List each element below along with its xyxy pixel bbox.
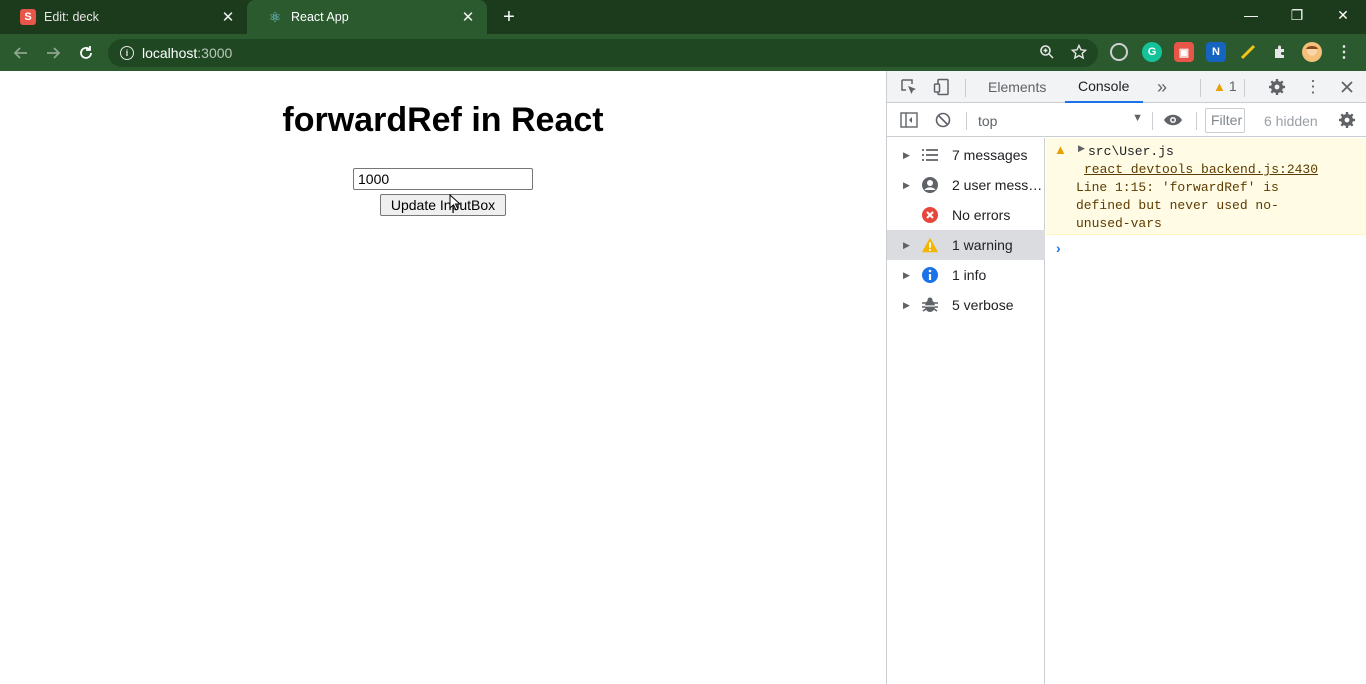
- slides-favicon-icon: S: [20, 9, 36, 25]
- profile-avatar-icon[interactable]: [1302, 42, 1322, 62]
- restore-button[interactable]: ❐: [1274, 0, 1320, 30]
- info-icon: [921, 266, 939, 284]
- hidden-messages-count: 6 hidden: [1264, 113, 1318, 129]
- console-output: ▲ ▶ src\User.js react_devtools_backend.j…: [1046, 138, 1366, 684]
- warning-icon: ▲: [1054, 142, 1067, 157]
- expand-arrow-icon[interactable]: ▶: [903, 180, 910, 191]
- extension-n-icon[interactable]: N: [1206, 42, 1226, 62]
- new-tab-button[interactable]: +: [498, 6, 520, 28]
- message-text-line: defined but never used no-: [1076, 198, 1279, 213]
- forward-arrow-icon[interactable]: [42, 42, 64, 64]
- close-icon[interactable]: ✕: [219, 8, 237, 26]
- pen-icon[interactable]: [1238, 42, 1258, 62]
- devtools-panel: Elements Console » ▲ 1 ⋮ top ▼ Filter 6 …: [886, 71, 1366, 684]
- window-close-button[interactable]: ✕: [1320, 0, 1366, 30]
- tab-react-app[interactable]: ⚛ React App ✕: [247, 0, 487, 34]
- divider: [966, 112, 967, 130]
- text-input[interactable]: [353, 168, 533, 190]
- update-inputbox-button[interactable]: Update InputBox: [380, 194, 506, 216]
- settings-gear-icon[interactable]: [1267, 77, 1287, 97]
- message-source[interactable]: src\User.js: [1088, 144, 1174, 159]
- message-text-line: unused-vars: [1076, 216, 1162, 231]
- source-link[interactable]: react_devtools_backend.js:2430: [1084, 162, 1318, 177]
- warning-counter[interactable]: ▲ 1: [1213, 78, 1237, 94]
- console-warning-message[interactable]: ▲ ▶ src\User.js react_devtools_backend.j…: [1046, 138, 1366, 235]
- divider: [1152, 112, 1153, 130]
- sidebar-item-messages[interactable]: ▶ 7 messages: [887, 140, 1045, 170]
- mouse-cursor-icon: [449, 194, 461, 211]
- message-text-line: Line 1:15: 'forwardRef' is: [1076, 180, 1279, 195]
- warning-icon: ▲: [1213, 78, 1226, 94]
- bug-icon: [921, 296, 939, 314]
- bookmark-star-icon[interactable]: [1070, 43, 1088, 61]
- device-toolbar-icon[interactable]: [932, 77, 952, 97]
- console-sidebar: ▶ 7 messages ▶ 2 user messages No errors…: [887, 138, 1045, 684]
- dropdown-arrow-icon: ▼: [1132, 112, 1143, 124]
- page-title: forwardRef in React: [282, 101, 604, 139]
- devtools-menu-icon[interactable]: ⋮: [1303, 77, 1323, 97]
- live-expression-eye-icon[interactable]: [1163, 110, 1183, 130]
- error-icon: [921, 206, 939, 224]
- divider: [1196, 112, 1197, 130]
- extensions-puzzle-icon[interactable]: [1270, 42, 1290, 62]
- sidebar-item-info[interactable]: ▶ 1 info: [887, 260, 1045, 290]
- tab-console[interactable]: Console: [1065, 71, 1144, 103]
- console-filter-input[interactable]: Filter: [1205, 108, 1245, 133]
- sidebar-item-user-messages[interactable]: ▶ 2 user messages: [887, 170, 1045, 200]
- sidebar-item-errors[interactable]: No errors: [887, 200, 1045, 230]
- expand-arrow-icon[interactable]: ▶: [903, 270, 910, 281]
- warning-icon: [921, 236, 939, 254]
- list-icon: [921, 146, 939, 164]
- zoom-icon[interactable]: [1038, 43, 1056, 61]
- divider: [1200, 79, 1201, 97]
- expand-arrow-icon[interactable]: ▶: [903, 150, 910, 161]
- close-devtools-icon[interactable]: [1337, 77, 1357, 97]
- tab-strip: S Edit: deck ✕ ⚛ React App ✕ + — ❐ ✕: [0, 0, 1366, 34]
- expand-arrow-icon[interactable]: ▶: [903, 240, 910, 251]
- sidebar-toggle-icon[interactable]: [899, 110, 919, 130]
- address-bar[interactable]: i localhost:3000: [108, 39, 1098, 67]
- minimize-button[interactable]: —: [1228, 0, 1274, 30]
- more-tabs-button[interactable]: »: [1157, 71, 1167, 103]
- grammarly-icon[interactable]: G: [1142, 42, 1162, 62]
- close-icon[interactable]: ✕: [459, 8, 477, 26]
- expand-arrow-icon[interactable]: ▶: [903, 300, 910, 311]
- info-icon[interactable]: i: [120, 46, 134, 60]
- url-text: localhost:3000: [142, 45, 233, 61]
- clear-console-icon[interactable]: [933, 110, 953, 130]
- tab-title: Edit: deck: [44, 10, 99, 24]
- expand-arrow-icon[interactable]: ▶: [1078, 144, 1085, 154]
- console-settings-gear-icon[interactable]: [1337, 110, 1357, 130]
- divider: [1244, 79, 1245, 97]
- extension-red-icon[interactable]: ▣: [1174, 42, 1194, 62]
- context-selector[interactable]: top ▼: [973, 110, 1145, 132]
- react-favicon-icon: ⚛: [268, 8, 282, 25]
- console-prompt[interactable]: ›: [1056, 240, 1061, 256]
- sidebar-item-verbose[interactable]: ▶ 5 verbose: [887, 290, 1045, 320]
- page-viewport: forwardRef in React Update InputBox: [0, 71, 886, 684]
- tab-edit-deck[interactable]: S Edit: deck ✕: [0, 0, 247, 34]
- reload-icon[interactable]: [75, 42, 97, 64]
- sidebar-item-warnings[interactable]: ▶ 1 warning: [887, 230, 1045, 260]
- console-filter-bar: top ▼ Filter 6 hidden: [887, 104, 1366, 137]
- devtools-tabbar: Elements Console » ▲ 1 ⋮: [887, 71, 1366, 103]
- back-arrow-icon[interactable]: [10, 42, 32, 64]
- inspect-element-icon[interactable]: [899, 77, 919, 97]
- extension-circle-icon[interactable]: [1110, 43, 1128, 61]
- browser-menu-icon[interactable]: ⋮: [1334, 42, 1354, 62]
- tab-title: React App: [291, 10, 349, 24]
- tab-elements[interactable]: Elements: [988, 71, 1046, 103]
- divider: [965, 79, 966, 97]
- user-icon: [921, 176, 939, 194]
